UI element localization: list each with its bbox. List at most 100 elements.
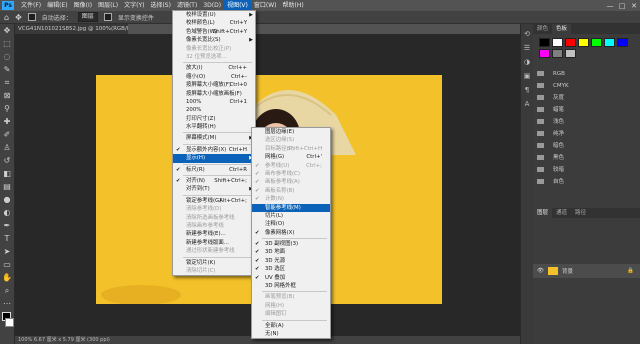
maximize-icon[interactable]: □ xyxy=(616,2,628,10)
eyedropper-tool-icon[interactable]: ⚲ xyxy=(2,104,12,114)
color-swatch[interactable] xyxy=(565,49,576,58)
menu-option[interactable]: ✔ 标尺(R) Ctrl+R xyxy=(173,166,255,174)
swatch-folder[interactable]: 自色 xyxy=(533,176,640,188)
menu-option[interactable]: 校样颜色(L) Ctrl+Y xyxy=(173,19,255,27)
character-panel-icon[interactable]: A xyxy=(523,100,531,108)
menu-option[interactable]: 切片(L) xyxy=(252,212,330,220)
tab-color[interactable]: 颜色 xyxy=(533,24,552,34)
menu-option[interactable]: 屏幕模式(M)▶ xyxy=(173,134,255,142)
menu-option[interactable]: ✔ 3D 副视图(3) xyxy=(252,240,330,248)
pen-tool-icon[interactable]: ✒ xyxy=(2,221,12,231)
menu-option[interactable]: 100% Ctrl+1 xyxy=(173,98,255,106)
background-color-swatch[interactable] xyxy=(5,318,14,327)
history-panel-icon[interactable]: ⟲ xyxy=(523,30,531,38)
crop-tool-icon[interactable]: ⌗ xyxy=(2,78,12,88)
menu-option[interactable]: 放大(I) Ctrl++ xyxy=(173,64,255,72)
menu-option[interactable]: 全部(A) xyxy=(252,322,330,330)
libraries-panel-icon[interactable]: ▣ xyxy=(523,72,531,80)
menu-option[interactable]: ✔ 像素网格(X) xyxy=(252,229,330,237)
move-tool-icon[interactable]: ✥ xyxy=(15,13,22,22)
menu-option[interactable]: ✔ 3D 选区 xyxy=(252,265,330,273)
menu-option[interactable]: 按屏幕大小缩放(F) Ctrl+0 xyxy=(173,81,255,89)
menu-option[interactable]: 色域警告(W) Shift+Ctrl+Y xyxy=(173,28,255,36)
menu-option[interactable]: ✔ 3D 地面 xyxy=(252,248,330,256)
menu-item[interactable]: 文件(F) xyxy=(18,0,44,11)
menu-option[interactable]: 锁定参考线(G) Alt+Ctrl+; xyxy=(173,197,255,205)
quick-select-tool-icon[interactable]: ✎ xyxy=(2,65,12,75)
menu-option[interactable]: 图层边缘(E) xyxy=(252,128,330,136)
lasso-tool-icon[interactable]: ◌ xyxy=(2,52,12,62)
home-icon[interactable]: ⌂ xyxy=(4,13,9,22)
color-swatch[interactable] xyxy=(539,49,550,58)
swatch-folder[interactable]: 暗色 xyxy=(533,140,640,152)
rectangle-tool-icon[interactable]: ▭ xyxy=(2,260,12,270)
menu-option[interactable]: 校样设置(U) ▶ xyxy=(173,11,255,19)
menu-option[interactable]: ✔ 3D 光源 xyxy=(252,257,330,265)
color-swatch[interactable] xyxy=(578,38,589,47)
gradient-tool-icon[interactable]: ▤ xyxy=(2,182,12,192)
menu-item[interactable]: 选择(S) xyxy=(147,0,174,11)
menu-option[interactable]: 网格(G) Ctrl+' xyxy=(252,153,330,161)
menu-option[interactable]: 新建参考线版面... xyxy=(173,239,255,247)
menu-option[interactable]: 200% xyxy=(173,106,255,114)
paragraph-panel-icon[interactable]: ¶ xyxy=(523,86,531,94)
menu-option[interactable]: 缩小(O) Ctrl+- xyxy=(173,73,255,81)
swatch-folder[interactable]: 灰度 xyxy=(533,92,640,104)
clone-stamp-tool-icon[interactable]: ♙ xyxy=(2,143,12,153)
path-select-tool-icon[interactable]: ➤ xyxy=(2,247,12,257)
history-brush-tool-icon[interactable]: ↺ xyxy=(2,156,12,166)
swatch-folder[interactable]: RGB xyxy=(533,68,640,80)
menu-item[interactable]: 图层(L) xyxy=(95,0,121,11)
auto-select-checkbox[interactable] xyxy=(27,13,36,21)
color-swatch[interactable] xyxy=(591,38,602,47)
zoom-tool-icon[interactable]: ⌕ xyxy=(2,286,12,296)
color-swatch[interactable] xyxy=(539,38,550,47)
swatch-folder[interactable]: CMYK xyxy=(533,80,640,92)
marquee-tool-icon[interactable]: ⬚ xyxy=(2,39,12,49)
menu-item[interactable]: 图像(I) xyxy=(71,0,95,11)
more-tools-icon[interactable]: ⋯ xyxy=(2,299,12,309)
document-tab[interactable]: VCG41N101021S852.jpg @ 100%(RGB/8) xyxy=(15,24,128,34)
auto-select-dropdown[interactable]: 图层 xyxy=(77,12,98,22)
show-transform-checkbox[interactable] xyxy=(103,13,112,21)
properties-panel-icon[interactable]: ☰ xyxy=(523,44,531,52)
frame-tool-icon[interactable]: ⊠ xyxy=(2,91,12,101)
tab-swatches[interactable]: 色板 xyxy=(552,24,572,34)
menu-item[interactable]: 编辑(E) xyxy=(44,0,70,11)
swatch-folder[interactable]: 纯净 xyxy=(533,128,640,140)
menu-option[interactable]: ✔ UV 叠加 xyxy=(252,274,330,282)
menu-option[interactable]: 像素长宽比(S) ▶ xyxy=(173,36,255,44)
layer-row[interactable]: 👁 背景 🔒 xyxy=(533,264,640,278)
menu-option[interactable]: 按屏幕大小缩放画板(F) xyxy=(173,90,255,98)
menu-option[interactable]: 智能参考线(M) xyxy=(252,203,330,212)
swatch-folder[interactable]: 较暗 xyxy=(533,164,640,176)
swatch-folder[interactable]: 浅色 xyxy=(533,116,640,128)
menu-option[interactable]: 注释(O) xyxy=(252,220,330,228)
menu-item[interactable]: 帮助(H) xyxy=(280,0,307,11)
swatch-folder[interactable]: 蜡笔 xyxy=(533,104,640,116)
healing-brush-tool-icon[interactable]: ✚ xyxy=(2,117,12,127)
color-swatch[interactable] xyxy=(552,38,563,47)
color-swatch[interactable] xyxy=(552,49,563,58)
hand-tool-icon[interactable]: ✋ xyxy=(2,273,12,283)
brush-tool-icon[interactable]: ✐ xyxy=(2,130,12,140)
tab-paths[interactable]: 路径 xyxy=(571,208,590,218)
eraser-tool-icon[interactable]: ◧ xyxy=(2,169,12,179)
menu-option[interactable]: 显示(H)▶ xyxy=(173,154,255,163)
eye-icon[interactable]: 👁 xyxy=(537,268,544,274)
close-icon[interactable]: ✕ xyxy=(628,2,640,10)
blur-tool-icon[interactable]: ● xyxy=(2,195,12,205)
move-tool-icon[interactable]: ✥ xyxy=(2,26,12,36)
menu-option[interactable]: 对齐到(T)▶ xyxy=(173,185,255,193)
type-tool-icon[interactable]: T xyxy=(2,234,12,244)
menu-option[interactable]: 锁定切片(K) xyxy=(173,259,255,267)
menu-option[interactable]: 无(N) xyxy=(252,330,330,338)
menu-option[interactable]: 3D 网格外框 xyxy=(252,282,330,290)
tab-layers[interactable]: 图层 xyxy=(533,208,553,218)
color-swatch[interactable] xyxy=(617,38,628,47)
tab-channels[interactable]: 通道 xyxy=(552,208,571,218)
menu-option[interactable]: 打印尺寸(Z) xyxy=(173,115,255,123)
menu-option[interactable]: ✔ 对齐(N) Shift+Ctrl+; xyxy=(173,177,255,185)
swatch-folder[interactable]: 黑色 xyxy=(533,152,640,164)
minimize-icon[interactable]: — xyxy=(604,2,616,10)
